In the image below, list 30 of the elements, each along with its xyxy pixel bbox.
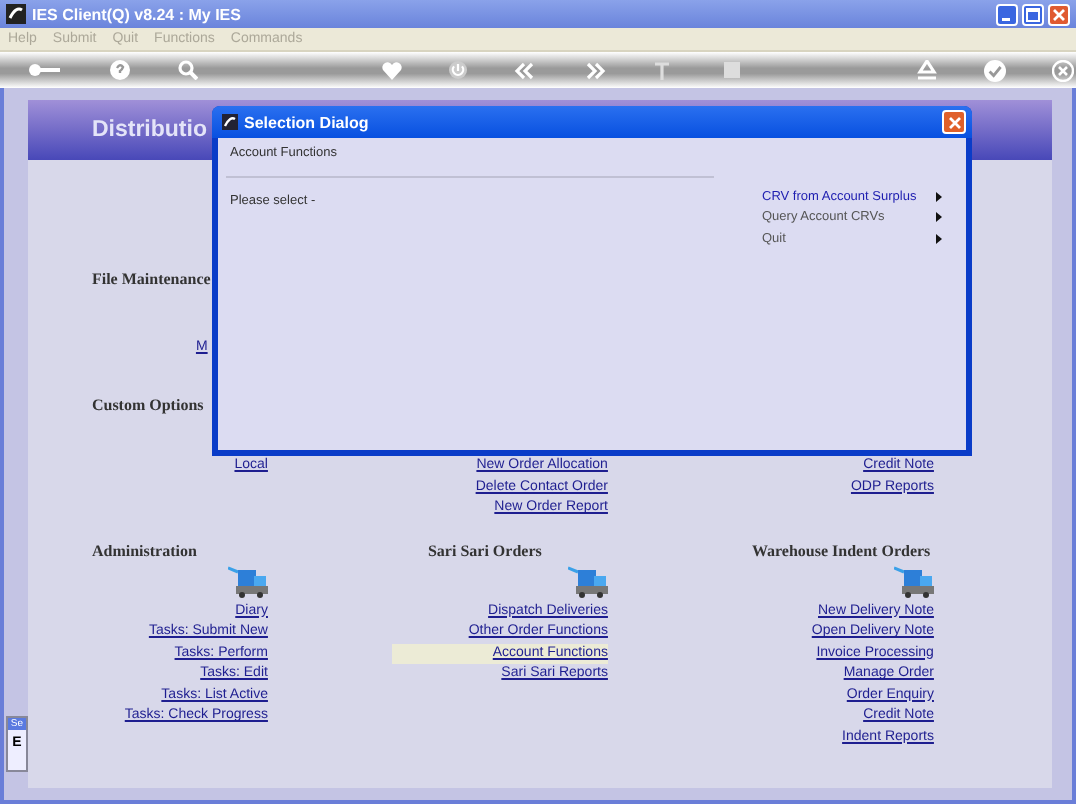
double-chevron-right-icon[interactable] [586, 61, 606, 79]
app-icon [222, 114, 238, 130]
minimize-button[interactable] [996, 3, 1018, 25]
close-icon [947, 115, 961, 129]
check-icon[interactable] [984, 59, 1006, 81]
dialog-title: Selection Dialog [244, 113, 369, 131]
section-heading: Sari Sari Orders [427, 539, 542, 561]
close-icon[interactable] [1052, 59, 1074, 81]
double-chevron-left-icon[interactable] [514, 61, 534, 79]
text-icon[interactable] [654, 61, 670, 79]
help-icon[interactable] [110, 60, 130, 80]
truck-icon [567, 563, 608, 597]
window-title: IES Client(Q) v8.24 : My IES [32, 5, 241, 23]
maximize-icon [1026, 7, 1040, 21]
close-button[interactable] [1048, 3, 1070, 25]
close-icon [1052, 7, 1066, 21]
section-heading: Administration [91, 539, 197, 561]
heart-icon[interactable] [382, 61, 402, 79]
truck-icon [227, 563, 268, 597]
section-heading: Custom Options [91, 394, 206, 416]
maximize-button[interactable] [1022, 3, 1044, 25]
section-heading: Warehouse Indent Orders [751, 539, 931, 561]
key-icon[interactable] [28, 62, 60, 78]
search-icon[interactable] [178, 60, 198, 80]
app-icon [6, 4, 26, 24]
section-heading: File Maintenance [91, 268, 213, 290]
truck-icon [893, 563, 934, 597]
power-icon[interactable] [448, 60, 468, 80]
page-title: Distributio [91, 118, 207, 142]
close-button[interactable] [942, 110, 966, 134]
